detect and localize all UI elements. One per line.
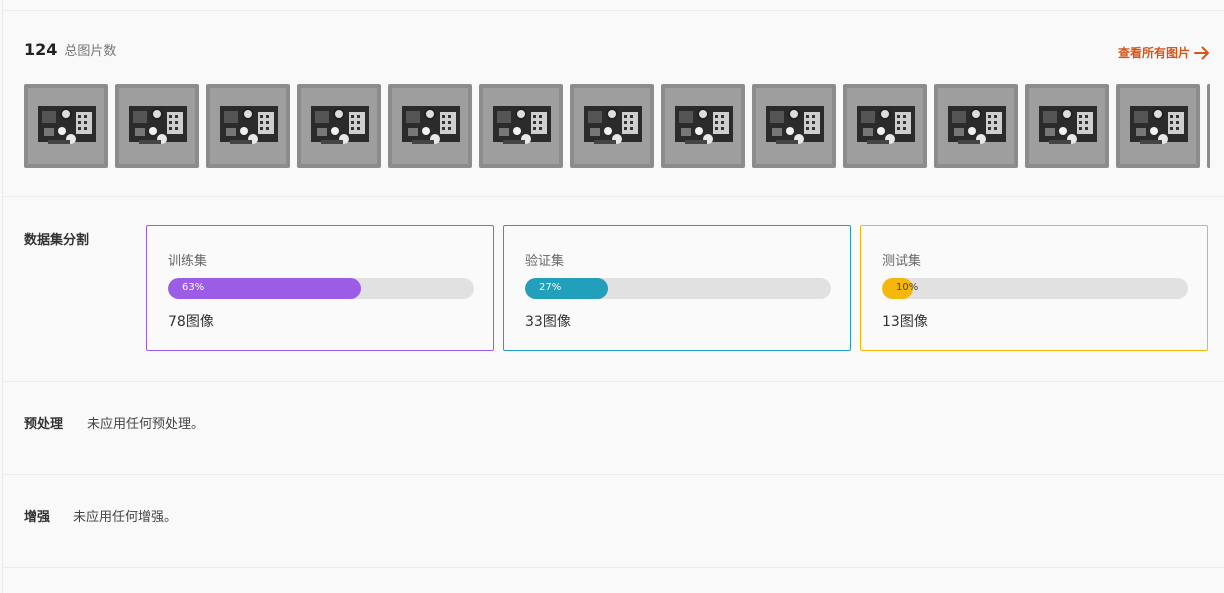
image-thumbnail[interactable]: [843, 84, 927, 168]
image-thumbnail[interactable]: [1025, 84, 1109, 168]
progress-fill: 10%: [882, 278, 918, 299]
progress-percent: 10%: [896, 282, 919, 293]
progress-bar: 63%: [168, 278, 474, 299]
card-title: 测试集: [882, 254, 922, 269]
test-set-card: 测试集 10% 13图像: [860, 225, 1208, 351]
progress-fill: 27%: [525, 278, 608, 299]
image-count-header: 124 总图片数: [24, 40, 116, 59]
divider: [2, 474, 1224, 475]
total-image-count: 124: [24, 40, 58, 59]
image-count: 78图像: [168, 314, 214, 330]
progress-percent: 63%: [182, 282, 205, 293]
card-title: 训练集: [168, 254, 208, 269]
progress-fill: 63%: [168, 278, 361, 299]
image-thumbnail[interactable]: [115, 84, 199, 168]
train-set-card: 训练集 63% 78图像: [146, 225, 494, 351]
divider: [2, 381, 1224, 382]
image-thumbnail[interactable]: [1207, 84, 1210, 168]
image-thumbnail[interactable]: [752, 84, 836, 168]
image-thumbnail[interactable]: [24, 84, 108, 168]
image-thumbnail[interactable]: [570, 84, 654, 168]
arrow-right-icon: [1194, 46, 1209, 59]
augmentation-label: 增强: [24, 510, 51, 525]
image-thumbnail[interactable]: [479, 84, 563, 168]
thumbnail-strip: [24, 84, 1210, 168]
image-thumbnail[interactable]: [388, 84, 472, 168]
image-thumbnail[interactable]: [206, 84, 290, 168]
progress-bar: 10%: [882, 278, 1188, 299]
preprocessing-value: 未应用任何预处理。: [87, 417, 205, 432]
image-thumbnail[interactable]: [1116, 84, 1200, 168]
dataset-split-label: 数据集分割: [24, 233, 90, 248]
divider: [2, 567, 1224, 568]
image-count: 33图像: [525, 314, 571, 330]
progress-percent: 27%: [539, 282, 562, 293]
image-thumbnail[interactable]: [297, 84, 381, 168]
preprocessing-label: 预处理: [24, 417, 64, 432]
divider: [2, 196, 1224, 197]
card-title: 验证集: [525, 254, 565, 269]
image-thumbnail[interactable]: [934, 84, 1018, 168]
view-all-images-link[interactable]: 查看所有图片: [1118, 44, 1210, 61]
total-image-label: 总图片数: [64, 44, 117, 59]
validation-set-card: 验证集 27% 33图像: [503, 225, 851, 351]
image-count: 13图像: [882, 314, 928, 330]
view-all-label: 查看所有图片: [1117, 46, 1190, 60]
augmentation-value: 未应用任何增强。: [73, 510, 178, 525]
image-thumbnail[interactable]: [661, 84, 745, 168]
progress-bar: 27%: [525, 278, 831, 299]
divider: [2, 10, 1224, 11]
